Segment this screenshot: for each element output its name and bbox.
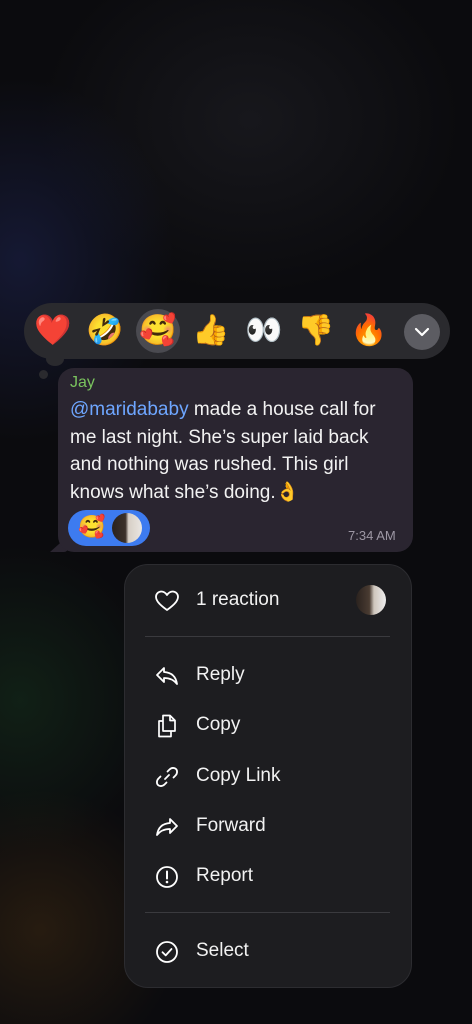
report-menu-item[interactable]: Report <box>154 860 394 892</box>
reaction-eyes-button[interactable]: 👀 <box>241 308 287 354</box>
reaction-thumbs-down-button[interactable]: 👎 <box>293 308 339 354</box>
heart-outline-icon <box>154 588 180 614</box>
copy-link-label: Copy Link <box>196 765 281 786</box>
copy-link-menu-item[interactable]: Copy Link <box>154 760 394 792</box>
message-timestamp: 7:34 AM <box>348 528 396 543</box>
reply-label: Reply <box>196 664 245 685</box>
message-text: @maridababy made a house call for me las… <box>70 396 404 506</box>
mention-link[interactable]: @maridababy <box>70 399 189 420</box>
link-icon <box>154 764 180 790</box>
avatar <box>356 585 386 615</box>
copy-icon <box>154 713 180 739</box>
reaction-bar-tail <box>46 352 64 366</box>
checkmark-circle-icon <box>154 939 180 965</box>
select-menu-item[interactable]: Select <box>154 935 394 967</box>
report-icon <box>154 864 180 890</box>
chevron-down-icon <box>414 327 430 337</box>
reaction-heart-button[interactable]: ❤️ <box>30 308 76 354</box>
forward-icon <box>154 814 180 840</box>
copy-menu-item[interactable]: Copy <box>154 709 394 741</box>
reaction-smiling-hearts-button[interactable]: 🥰 <box>135 308 181 354</box>
avatar <box>112 513 142 543</box>
sender-name[interactable]: Jay <box>70 374 95 392</box>
menu-divider <box>145 636 390 637</box>
reaction-rofl-button[interactable]: 🤣 <box>82 308 128 354</box>
chip-emoji: 🥰 <box>78 515 106 540</box>
forward-label: Forward <box>196 815 266 836</box>
reaction-thumbs-up-button[interactable]: 👍 <box>188 308 234 354</box>
reactions-count-label: 1 reaction <box>196 589 280 610</box>
reply-menu-item[interactable]: Reply <box>154 659 394 691</box>
report-label: Report <box>196 865 254 886</box>
copy-label: Copy <box>196 714 241 735</box>
reaction-bar-tail-dot <box>39 370 48 379</box>
more-reactions-button[interactable] <box>404 314 440 350</box>
menu-divider <box>145 912 390 913</box>
select-label: Select <box>196 940 249 961</box>
reply-icon <box>154 663 180 689</box>
reaction-chip[interactable]: 🥰 <box>68 510 150 546</box>
reaction-fire-button[interactable]: 🔥 <box>346 308 392 354</box>
forward-menu-item[interactable]: Forward <box>154 810 394 842</box>
